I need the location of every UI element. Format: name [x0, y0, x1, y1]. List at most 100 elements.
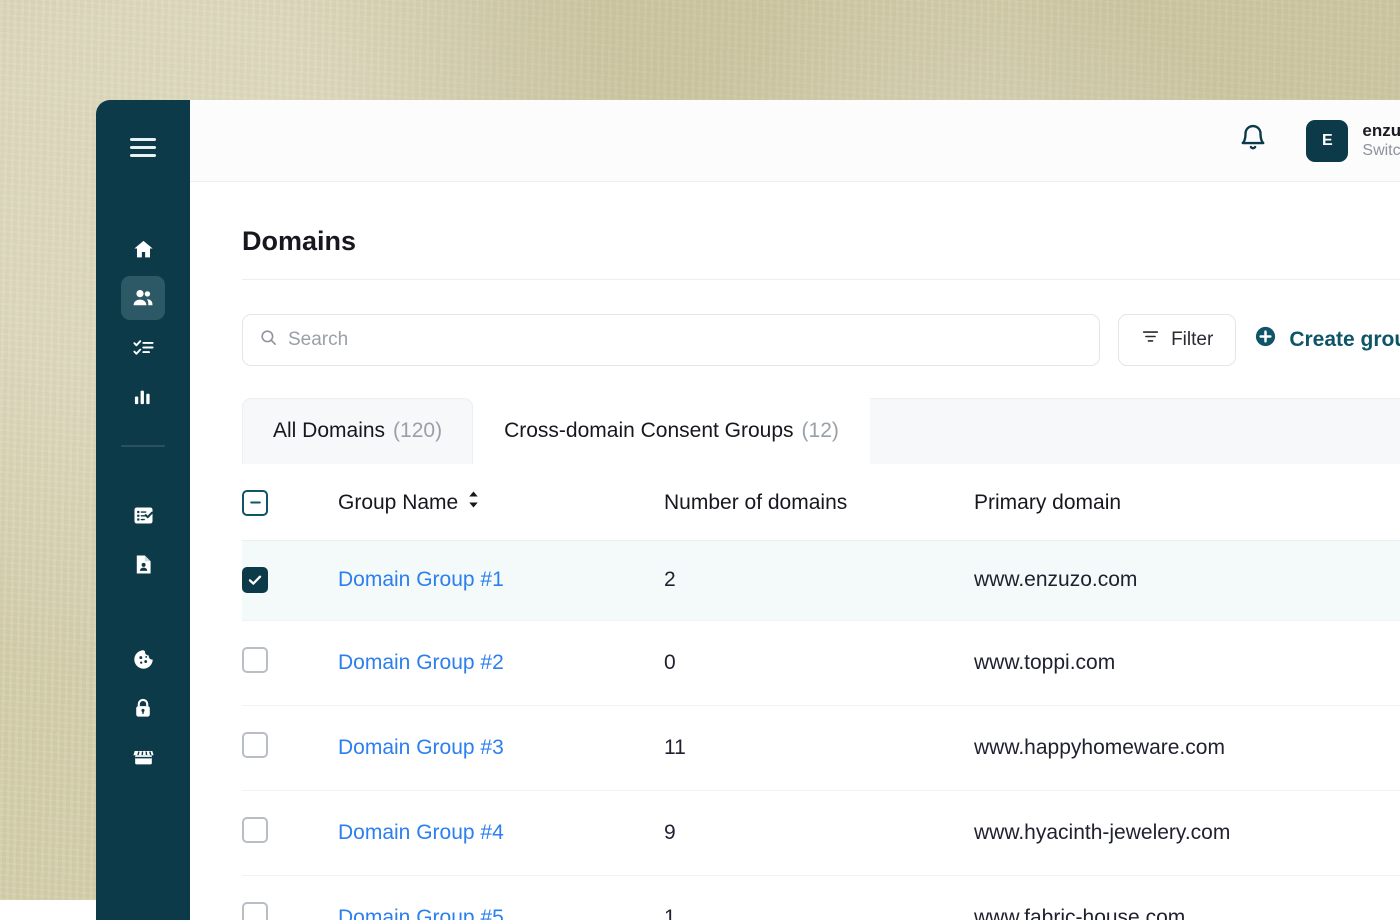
group-name-link[interactable]: Domain Group #5: [338, 906, 504, 920]
sidebar: [96, 100, 190, 920]
avatar: E: [1306, 120, 1348, 162]
sidebar-item-documents[interactable]: [121, 542, 165, 586]
row-select-cell: [242, 620, 338, 705]
page-container: Domains: [190, 182, 1400, 920]
row-checkbox[interactable]: [242, 732, 268, 758]
row-domain-count-cell: 9: [664, 790, 974, 875]
table-row[interactable]: Domain Group #2 0 www.toppi.com: [242, 620, 1400, 705]
top-bar: E enzuzo Switch: [190, 100, 1400, 182]
create-group-button[interactable]: Create group: [1254, 325, 1400, 354]
app-window: E enzuzo Switch Domains: [96, 100, 1400, 920]
sort-chevron-icon: [467, 490, 480, 515]
tab-bar: All Domains (120) Cross-domain Consent G…: [242, 398, 1400, 464]
group-name-link[interactable]: Domain Group #1: [338, 568, 504, 591]
column-header-number-of-domains: Number of domains: [664, 464, 974, 541]
account-switch-label: Switch: [1362, 141, 1400, 161]
tab-cross-domain-consent-groups[interactable]: Cross-domain Consent Groups (12): [473, 398, 870, 464]
row-checkbox[interactable]: [242, 567, 268, 593]
group-name-link[interactable]: Domain Group #3: [338, 736, 504, 759]
sidebar-nav-tertiary: [121, 637, 165, 784]
users-icon: [131, 286, 155, 310]
row-primary-domain-cell: www.hyacinth-jewelery.com: [974, 790, 1400, 875]
account-text: enzuzo Switch: [1362, 120, 1400, 161]
bell-icon: [1238, 123, 1268, 158]
account-name: enzuzo: [1362, 120, 1400, 141]
table-body: Domain Group #1 2 www.enzuzo.com Domain …: [242, 540, 1400, 920]
row-domain-count-cell: 1: [664, 875, 974, 920]
row-group-name-cell: Domain Group #2: [338, 620, 664, 705]
tab-all-domains[interactable]: All Domains (120): [242, 398, 473, 464]
tab-bar-filler: [870, 398, 1400, 464]
search-box[interactable]: [242, 314, 1100, 366]
sidebar-divider: [121, 445, 165, 447]
document-person-icon: [132, 553, 155, 576]
row-group-name-cell: Domain Group #3: [338, 705, 664, 790]
menu-toggle-icon[interactable]: [130, 138, 156, 157]
page-title: Domains: [242, 182, 1400, 279]
lock-icon: [132, 697, 154, 719]
tab-all-domains-count: (120): [393, 419, 442, 443]
row-select-cell: [242, 540, 338, 620]
tab-cross-domain-label: Cross-domain Consent Groups: [504, 419, 793, 443]
row-select-cell: [242, 875, 338, 920]
select-all-cell: [242, 464, 338, 541]
table-row[interactable]: Domain Group #3 11 www.happyhomeware.com: [242, 705, 1400, 790]
create-group-label: Create group: [1289, 328, 1400, 352]
home-icon: [132, 238, 155, 261]
select-all-checkbox[interactable]: [242, 490, 268, 516]
sidebar-item-domains[interactable]: [121, 276, 165, 320]
row-domain-count-cell: 11: [664, 705, 974, 790]
table-row[interactable]: Domain Group #4 9 www.hyacinth-jewelery.…: [242, 790, 1400, 875]
sidebar-item-privacy[interactable]: [121, 686, 165, 730]
row-primary-domain-cell: www.happyhomeware.com: [974, 705, 1400, 790]
tab-cross-domain-count: (12): [802, 419, 839, 443]
row-group-name-cell: Domain Group #1: [338, 540, 664, 620]
column-header-group-name[interactable]: Group Name: [338, 464, 664, 541]
sidebar-item-tasks[interactable]: [121, 325, 165, 369]
bar-chart-icon: [132, 385, 154, 407]
sidebar-item-analytics[interactable]: [121, 374, 165, 418]
filter-button[interactable]: Filter: [1118, 314, 1236, 366]
notifications-button[interactable]: [1238, 123, 1268, 158]
domains-table-container: Group Name Number of domains: [242, 464, 1400, 920]
column-header-group-name-label: Group Name: [338, 491, 458, 515]
row-domain-count-cell: 0: [664, 620, 974, 705]
row-primary-domain-cell: www.fabric-house.com: [974, 875, 1400, 920]
row-checkbox[interactable]: [242, 902, 268, 920]
form-check-icon: [132, 504, 155, 527]
row-primary-domain-cell: www.enzuzo.com: [974, 540, 1400, 620]
row-domain-count-cell: 2: [664, 540, 974, 620]
row-checkbox[interactable]: [242, 817, 268, 843]
table-row[interactable]: Domain Group #1 2 www.enzuzo.com: [242, 540, 1400, 620]
group-name-link[interactable]: Domain Group #4: [338, 821, 504, 844]
tab-all-domains-label: All Domains: [273, 419, 385, 443]
table-header-row: Group Name Number of domains: [242, 464, 1400, 541]
row-checkbox[interactable]: [242, 647, 268, 673]
sidebar-item-home[interactable]: [121, 227, 165, 271]
group-name-link[interactable]: Domain Group #2: [338, 651, 504, 674]
account-switcher[interactable]: E enzuzo Switch: [1306, 120, 1400, 162]
row-primary-domain-cell: www.toppi.com: [974, 620, 1400, 705]
row-group-name-cell: Domain Group #5: [338, 875, 664, 920]
sidebar-item-cookies[interactable]: [121, 637, 165, 681]
row-select-cell: [242, 790, 338, 875]
sidebar-item-store[interactable]: [121, 735, 165, 779]
search-icon: [259, 328, 278, 352]
toolbar: Filter Create group: [242, 280, 1400, 366]
filter-label: Filter: [1171, 329, 1213, 351]
storefront-icon: [132, 746, 155, 769]
sidebar-nav-secondary: [121, 493, 165, 591]
column-header-primary-domain: Primary domain: [974, 464, 1400, 541]
main-content: E enzuzo Switch Domains: [190, 100, 1400, 920]
filter-icon: [1141, 327, 1160, 352]
row-select-cell: [242, 705, 338, 790]
domains-table: Group Name Number of domains: [242, 464, 1400, 920]
table-row[interactable]: Domain Group #5 1 www.fabric-house.com: [242, 875, 1400, 920]
sidebar-nav-primary: [121, 227, 165, 423]
search-input[interactable]: [288, 315, 1083, 365]
row-group-name-cell: Domain Group #4: [338, 790, 664, 875]
plus-circle-icon: [1254, 325, 1277, 354]
checklist-icon: [132, 336, 155, 359]
sidebar-item-forms[interactable]: [121, 493, 165, 537]
cookie-icon: [132, 648, 155, 671]
